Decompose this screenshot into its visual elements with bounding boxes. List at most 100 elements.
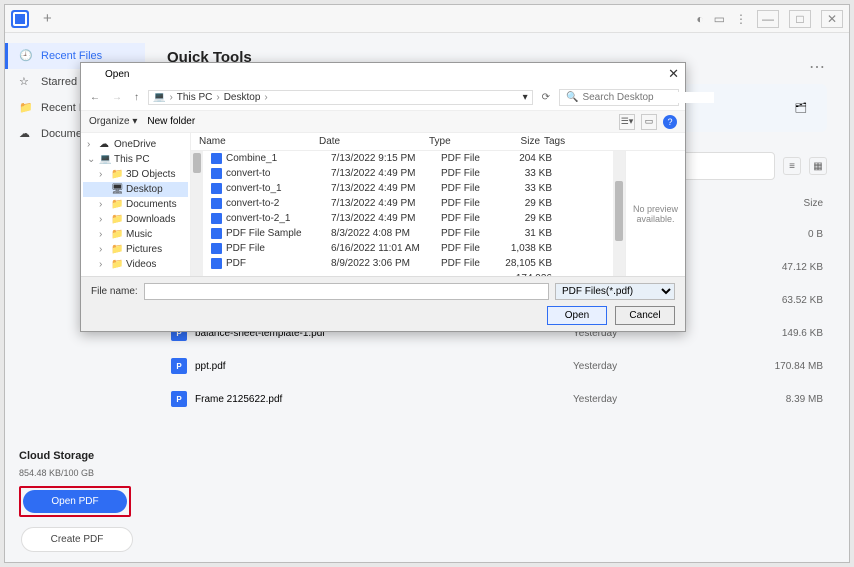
filename-label: File name: bbox=[91, 286, 138, 297]
col-name[interactable]: Name bbox=[197, 135, 317, 148]
file-size: 149.6 KB bbox=[753, 328, 823, 339]
dialog-search-input[interactable] bbox=[582, 92, 714, 103]
file-name: convert-to-2_1 bbox=[226, 213, 290, 224]
close-window-button[interactable]: ✕ bbox=[821, 10, 843, 28]
new-tab-button[interactable]: + bbox=[43, 10, 52, 27]
dialog-titlebar: Open ✕ bbox=[81, 63, 685, 85]
crumb-item[interactable]: Desktop bbox=[224, 92, 261, 103]
scrollbar[interactable] bbox=[613, 151, 625, 276]
titlebar: + ◐ ▭ ⋮ — □ ✕ bbox=[5, 5, 849, 33]
more-icon[interactable]: ⋯ bbox=[809, 57, 827, 77]
nav-up-icon[interactable]: ↑ bbox=[131, 92, 142, 103]
file-date: 8/3/2022 4:08 PM bbox=[329, 227, 439, 240]
folder-icon: 📁 bbox=[111, 244, 122, 255]
col-size[interactable]: Size bbox=[487, 135, 542, 148]
file-date: 7/13/2022 4:49 PM bbox=[329, 212, 439, 225]
dialog-search[interactable]: 🔍 bbox=[559, 89, 679, 106]
preview-pane-icon[interactable]: ▭ bbox=[641, 114, 657, 130]
scroll-thumb[interactable] bbox=[193, 153, 201, 173]
file-type: PDF File bbox=[439, 152, 499, 165]
file-row[interactable]: Combine_17/13/2022 9:15 PMPDF File204 KB bbox=[209, 151, 607, 166]
grid-view-icon[interactable]: ▦ bbox=[809, 157, 827, 175]
col-type[interactable]: Type bbox=[427, 135, 487, 148]
file-row[interactable]: PFrame 2125622.pdfYesterday8.39 MB bbox=[167, 383, 827, 416]
crumb-item[interactable]: This PC bbox=[177, 92, 213, 103]
file-name: convert-to bbox=[226, 168, 270, 179]
chevron-down-icon[interactable]: ▾ bbox=[523, 92, 528, 103]
new-folder-button[interactable]: New folder bbox=[147, 116, 195, 127]
app-logo-icon bbox=[11, 10, 29, 28]
filename-input[interactable] bbox=[144, 283, 549, 300]
dialog-close-button[interactable]: ✕ bbox=[668, 66, 679, 82]
tree-item[interactable]: ›📁Music bbox=[83, 227, 188, 242]
nav-back-icon[interactable]: ← bbox=[87, 92, 103, 103]
filetype-select[interactable]: PDF Files(*.pdf) bbox=[555, 283, 675, 300]
organize-menu[interactable]: Organize ▾ bbox=[89, 116, 137, 127]
folder-icon: 📁 bbox=[19, 101, 33, 115]
file-row[interactable]: Pppt.pdfYesterday170.84 MB bbox=[167, 350, 827, 383]
file-row[interactable]: convert-to7/13/2022 4:49 PMPDF File33 KB bbox=[209, 166, 607, 181]
tree-item[interactable]: ›📁3D Objects bbox=[83, 167, 188, 182]
tree-item[interactable]: ›📁Documents bbox=[83, 197, 188, 212]
file-size: 8.39 MB bbox=[753, 394, 823, 405]
list-view-icon[interactable]: ≡ bbox=[783, 157, 801, 175]
cloud-icon: ☁ bbox=[19, 127, 33, 141]
tree-label: Downloads bbox=[126, 214, 175, 225]
file-name: PDF File bbox=[226, 243, 265, 254]
tree-label: Videos bbox=[126, 259, 156, 270]
kebab-icon[interactable]: ⋮ bbox=[735, 12, 747, 26]
file-row[interactable]: PDF File Sample8/3/2022 4:08 PMPDF File3… bbox=[209, 226, 607, 241]
notification-icon[interactable]: ◐ bbox=[696, 12, 703, 26]
breadcrumb[interactable]: 💻› This PC› Desktop› ▾ bbox=[148, 90, 533, 105]
file-row[interactable]: PDF8/9/2022 3:06 PMPDF File28,105 KB bbox=[209, 256, 607, 271]
tree-item[interactable]: ›📁Downloads bbox=[83, 212, 188, 227]
col-size: Size bbox=[753, 198, 823, 209]
file-row[interactable]: convert-to-27/13/2022 4:49 PMPDF File29 … bbox=[209, 196, 607, 211]
tree-item[interactable]: ⌄💻This PC bbox=[83, 152, 188, 167]
file-size: 204 KB bbox=[499, 152, 554, 165]
tree-item[interactable]: 🖥Desktop bbox=[83, 182, 188, 197]
view-options-icon[interactable]: ☰▾ bbox=[619, 114, 635, 130]
nav-forward-icon[interactable]: → bbox=[109, 92, 125, 103]
open-pdf-button[interactable]: Open PDF bbox=[23, 490, 127, 513]
col-tags[interactable]: Tags bbox=[542, 135, 582, 148]
folder-tree: ›☁OneDrive⌄💻This PC›📁3D Objects🖥Desktop›… bbox=[81, 133, 191, 276]
folder-icon: 📁 bbox=[111, 259, 122, 270]
file-row[interactable]: convert-to-2_17/13/2022 4:49 PMPDF File2… bbox=[209, 211, 607, 226]
chevron-icon: › bbox=[99, 244, 107, 255]
create-pdf-button[interactable]: Create PDF bbox=[21, 527, 133, 552]
pdf-icon bbox=[211, 168, 222, 179]
file-size: 31 KB bbox=[499, 227, 554, 240]
toolbox-icon[interactable]: ▭ bbox=[714, 12, 725, 26]
scrollbar[interactable] bbox=[191, 151, 203, 276]
desktop-icon: 🖥 bbox=[111, 184, 122, 195]
scroll-thumb[interactable] bbox=[615, 181, 623, 241]
pc-icon: 💻 bbox=[99, 154, 110, 165]
maximize-button[interactable]: □ bbox=[789, 10, 811, 28]
file-size: 29 KB bbox=[499, 197, 554, 210]
tree-label: Music bbox=[126, 229, 152, 240]
file-name: ppt.pdf bbox=[195, 361, 226, 372]
folder-icon: 📁 bbox=[111, 169, 122, 180]
file-row[interactable]: convert-to_17/13/2022 4:49 PMPDF File33 … bbox=[209, 181, 607, 196]
help-icon[interactable]: ? bbox=[663, 115, 677, 129]
tree-item[interactable]: ›☁OneDrive bbox=[83, 137, 188, 152]
refresh-icon[interactable]: ⟳ bbox=[539, 92, 553, 103]
pc-icon: 💻 bbox=[153, 92, 165, 103]
chevron-icon: › bbox=[99, 259, 107, 270]
batch-icon: 🗂 bbox=[787, 94, 815, 122]
file-size: 33 KB bbox=[499, 167, 554, 180]
preview-pane: No preview available. bbox=[625, 151, 685, 276]
tree-item[interactable]: › 📁 Videos bbox=[83, 257, 188, 272]
dialog-cancel-button[interactable]: Cancel bbox=[615, 306, 675, 325]
file-name: PDF File Sample bbox=[226, 228, 302, 239]
tree-item[interactable]: ›📁Pictures bbox=[83, 242, 188, 257]
col-date[interactable]: Date bbox=[317, 135, 427, 148]
file-row[interactable]: PDF File6/16/2022 11:01 AMPDF File1,038 … bbox=[209, 241, 607, 256]
file-size: 63.52 KB bbox=[753, 295, 823, 306]
dialog-open-button[interactable]: Open bbox=[547, 306, 607, 325]
clock-icon: 🕘 bbox=[19, 49, 33, 63]
file-modified: Yesterday bbox=[573, 361, 753, 372]
file-size: 29 KB bbox=[499, 212, 554, 225]
minimize-button[interactable]: — bbox=[757, 10, 779, 28]
